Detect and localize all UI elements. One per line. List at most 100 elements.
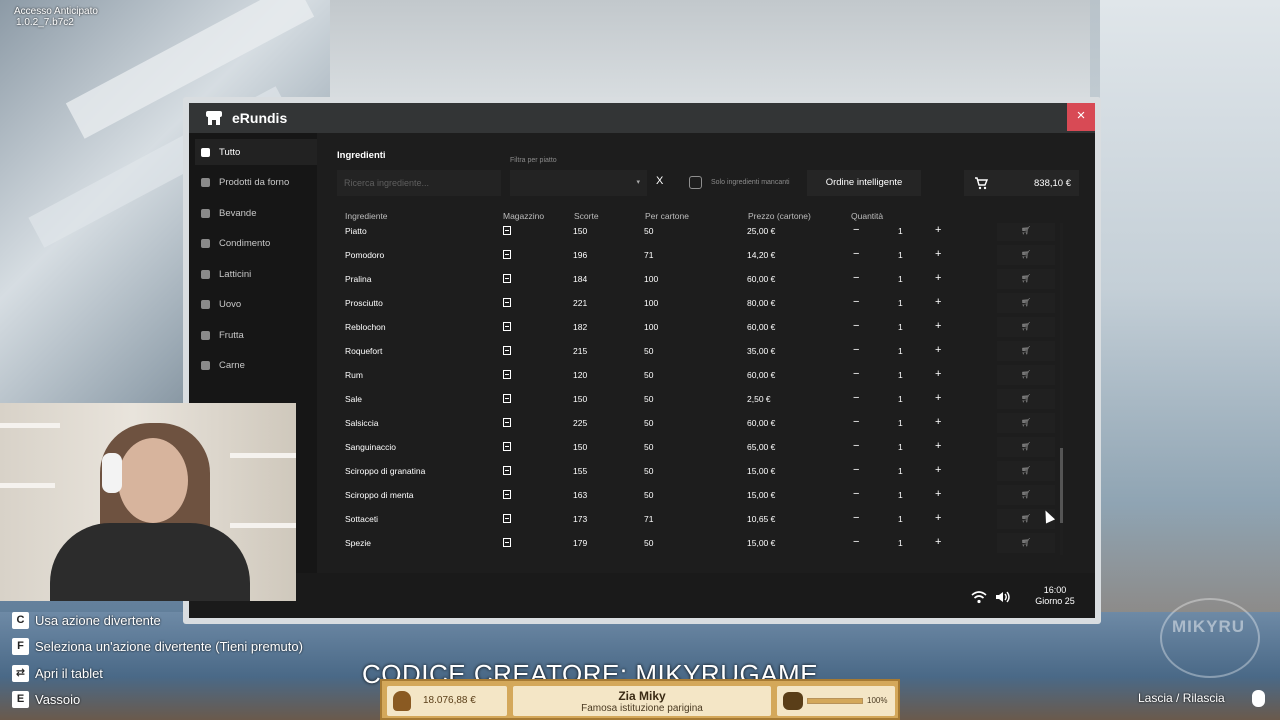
sidebar-item-uovo[interactable]: Uovo xyxy=(195,292,317,318)
sidebar-item-carne[interactable]: Carne xyxy=(195,353,317,379)
decrease-button[interactable]: − xyxy=(853,224,859,236)
warehouse-icon xyxy=(503,394,511,403)
dish-filter-select[interactable]: ▾ xyxy=(510,170,647,196)
increase-button[interactable]: + xyxy=(935,248,941,260)
increase-button[interactable]: + xyxy=(935,392,941,404)
key-hint: E Vassoio xyxy=(12,691,80,709)
sidebar-item-label: Condimento xyxy=(219,238,271,249)
category-icon xyxy=(201,300,210,309)
increase-button[interactable]: + xyxy=(935,512,941,524)
ingredient-name: Prosciutto xyxy=(345,298,383,308)
player-title-panel: Zia Miky Famosa istituzione parigina xyxy=(513,686,771,716)
player-hud: 18.076,88 € Zia Miky Famosa istituzione … xyxy=(380,679,900,720)
add-to-cart-button[interactable]: 🛒︎ xyxy=(997,389,1055,409)
sidebar-item-condimento[interactable]: Condimento xyxy=(195,231,317,257)
ingredient-name: Rum xyxy=(345,370,363,380)
stock-count: 179 xyxy=(573,538,588,548)
title-bar: eRundis × xyxy=(189,103,1095,133)
quantity-value: 1 xyxy=(898,346,903,356)
stock-count: 215 xyxy=(573,346,588,356)
sidebar-item-label: Prodotti da forno xyxy=(219,177,290,188)
cart-button[interactable]: 838,10 € xyxy=(964,170,1079,196)
ingredient-name: Roquefort xyxy=(345,346,383,356)
add-to-cart-button[interactable]: 🛒︎ xyxy=(997,485,1055,505)
table-row: Sciroppo di menta 163 50 15,00 € − 1 + 🛒︎ xyxy=(337,483,1062,507)
increase-button[interactable]: + xyxy=(935,320,941,332)
cart-plus-icon: 🛒︎ xyxy=(1020,418,1032,427)
increase-button[interactable]: + xyxy=(935,344,941,356)
watermark-text: MIKYRU xyxy=(1172,617,1246,636)
increase-button[interactable]: + xyxy=(935,536,941,548)
increase-button[interactable]: + xyxy=(935,272,941,284)
add-to-cart-button[interactable]: 🛒︎ xyxy=(997,461,1055,481)
decrease-button[interactable]: − xyxy=(853,296,859,308)
missing-only-checkbox[interactable] xyxy=(689,176,702,189)
increase-button[interactable]: + xyxy=(935,464,941,476)
sidebar-item-latticini[interactable]: Latticini xyxy=(195,261,317,287)
add-to-cart-button[interactable]: 🛒︎ xyxy=(997,317,1055,337)
decrease-button[interactable]: − xyxy=(853,248,859,260)
warehouse-icon xyxy=(503,274,511,283)
decrease-button[interactable]: − xyxy=(853,320,859,332)
add-to-cart-button[interactable]: 🛒︎ xyxy=(997,437,1055,457)
increase-button[interactable]: + xyxy=(935,440,941,452)
column-header-stock: Scorte xyxy=(574,211,599,221)
cart-icon xyxy=(975,177,988,190)
decrease-button[interactable]: − xyxy=(853,392,859,404)
add-to-cart-button[interactable]: 🛒︎ xyxy=(997,245,1055,265)
column-header-store: Magazzino xyxy=(503,211,545,221)
decrease-button[interactable]: − xyxy=(853,464,859,476)
watermark-logo xyxy=(1160,598,1260,678)
increase-button[interactable]: + xyxy=(935,368,941,380)
sidebar-item-bevande[interactable]: Bevande xyxy=(195,200,317,226)
sidebar-item-frutta[interactable]: Frutta xyxy=(195,322,317,348)
warehouse-icon xyxy=(503,514,511,523)
version-label: Accesso Anticipato 1.0.2_7.b7c2 xyxy=(14,6,98,28)
scrollbar-thumb[interactable] xyxy=(1060,448,1063,523)
carton-price: 15,00 € xyxy=(747,490,776,500)
sidebar-item-prodotti-da-forno[interactable]: Prodotti da forno xyxy=(195,170,317,196)
decrease-button[interactable]: − xyxy=(853,512,859,524)
increase-button[interactable]: + xyxy=(935,488,941,500)
time: 16:00 xyxy=(1043,585,1067,595)
cart-total: 838,10 € xyxy=(1034,178,1071,189)
stock-count: 120 xyxy=(573,370,588,380)
cart-plus-icon: 🛒︎ xyxy=(1020,466,1032,475)
add-to-cart-button[interactable]: 🛒︎ xyxy=(997,293,1055,313)
add-to-cart-button[interactable]: 🛒︎ xyxy=(997,365,1055,385)
decrease-button[interactable]: − xyxy=(853,344,859,356)
decrease-button[interactable]: − xyxy=(853,488,859,500)
table-row: Prosciutto 221 100 80,00 € − 1 + 🛒︎ xyxy=(337,291,1062,315)
warehouse-icon xyxy=(503,370,511,379)
search-input[interactable] xyxy=(337,170,501,196)
warehouse-icon xyxy=(503,250,511,259)
tablet-window: eRundis × Tutto Prodotti da forno Bevande C… xyxy=(183,97,1101,624)
add-to-cart-button[interactable]: 🛒︎ xyxy=(997,223,1055,241)
close-button[interactable]: × xyxy=(1067,103,1095,131)
decrease-button[interactable]: − xyxy=(853,416,859,428)
cart-plus-icon: 🛒︎ xyxy=(1020,370,1032,379)
decrease-button[interactable]: − xyxy=(853,272,859,284)
increase-button[interactable]: + xyxy=(935,296,941,308)
per-carton: 50 xyxy=(644,466,654,476)
hint-label: Usa azione divertente xyxy=(35,612,161,628)
decrease-button[interactable]: − xyxy=(853,368,859,380)
per-carton: 71 xyxy=(644,514,654,524)
increase-button[interactable]: + xyxy=(935,416,941,428)
per-carton: 71 xyxy=(644,250,654,260)
decrease-button[interactable]: − xyxy=(853,440,859,452)
add-to-cart-button[interactable]: 🛒︎ xyxy=(997,269,1055,289)
key-hint: F Seleziona un'azione divertente (Tieni p… xyxy=(12,638,303,656)
stock-count: 225 xyxy=(573,418,588,428)
shelf xyxy=(0,423,60,428)
add-to-cart-button[interactable]: 🛒︎ xyxy=(997,533,1055,553)
clear-filter-button[interactable]: X xyxy=(656,175,663,187)
smart-order-button[interactable]: Ordine intelligente xyxy=(807,170,921,196)
add-to-cart-button[interactable]: 🛒︎ xyxy=(997,413,1055,433)
add-to-cart-button[interactable]: 🛒︎ xyxy=(997,341,1055,361)
per-carton: 50 xyxy=(644,418,654,428)
sidebar-item-tutto[interactable]: Tutto xyxy=(195,139,317,165)
increase-button[interactable]: + xyxy=(935,224,941,236)
category-icon xyxy=(201,361,210,370)
decrease-button[interactable]: − xyxy=(853,536,859,548)
